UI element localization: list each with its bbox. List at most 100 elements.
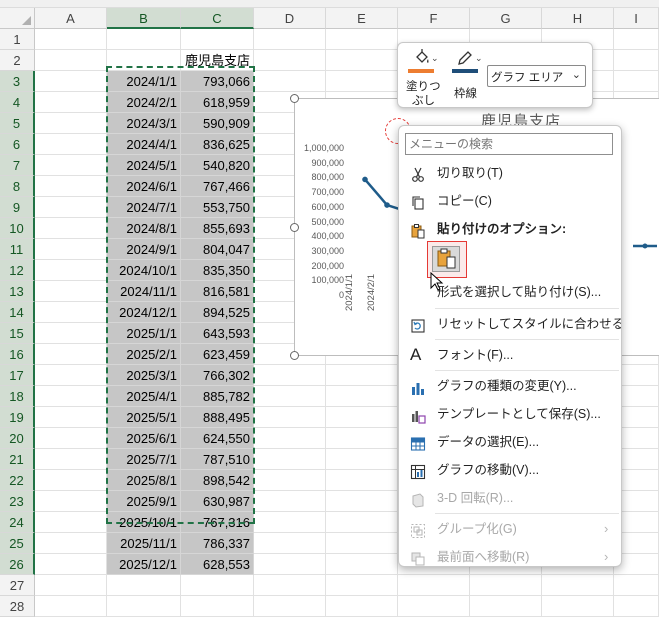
date-cell[interactable]: 2024/1/1 — [107, 71, 181, 92]
date-cell[interactable]: 2024/4/1 — [107, 134, 181, 155]
menu-item-cut[interactable]: 切り取り(T) — [399, 159, 621, 187]
value-cell[interactable]: 553,750 — [181, 197, 254, 218]
row-header[interactable]: 11 — [0, 239, 35, 260]
cell[interactable] — [35, 260, 107, 281]
date-cell[interactable]: 2025/4/1 — [107, 386, 181, 407]
cell[interactable] — [326, 71, 398, 92]
cell[interactable] — [326, 428, 398, 449]
row-header[interactable]: 3 — [0, 71, 35, 92]
row-header[interactable]: 15 — [0, 323, 35, 344]
cell[interactable] — [254, 554, 326, 575]
date-cell[interactable]: 2025/6/1 — [107, 428, 181, 449]
value-cell[interactable]: 787,510 — [181, 449, 254, 470]
cell[interactable] — [254, 407, 326, 428]
cell[interactable] — [542, 575, 614, 596]
date-cell[interactable]: 2025/3/1 — [107, 365, 181, 386]
cell[interactable] — [107, 50, 181, 71]
cell[interactable] — [181, 596, 254, 617]
cell[interactable] — [35, 281, 107, 302]
cell[interactable] — [254, 386, 326, 407]
value-cell[interactable]: 836,625 — [181, 134, 254, 155]
date-cell[interactable]: 2025/8/1 — [107, 470, 181, 491]
cell[interactable] — [107, 29, 181, 50]
menu-item-change-chart-type[interactable]: グラフの種類の変更(Y)... — [399, 372, 621, 400]
spreadsheet[interactable]: A B C D E F G H I 1 2 3 4 5 6 7 8 9 10 11 12 13 14 15 1… — [0, 0, 659, 617]
chart-data-point[interactable] — [384, 202, 390, 208]
value-cell[interactable]: 835,350 — [181, 260, 254, 281]
value-cell[interactable]: 855,693 — [181, 218, 254, 239]
column-header-c[interactable]: C — [181, 8, 254, 29]
cell[interactable] — [326, 575, 398, 596]
column-header-d[interactable]: D — [254, 8, 326, 29]
cell-c2[interactable]: 鹿児島支店 — [181, 50, 254, 71]
cell[interactable] — [35, 365, 107, 386]
cell[interactable] — [35, 596, 107, 617]
value-cell[interactable]: 804,047 — [181, 239, 254, 260]
cell[interactable] — [35, 386, 107, 407]
cell[interactable] — [254, 533, 326, 554]
row-header[interactable]: 1 — [0, 29, 35, 50]
value-cell[interactable]: 888,495 — [181, 407, 254, 428]
value-cell[interactable]: 628,553 — [181, 554, 254, 575]
date-cell[interactable]: 2024/3/1 — [107, 113, 181, 134]
row-header[interactable]: 24 — [0, 512, 35, 533]
value-cell[interactable]: 766,302 — [181, 365, 254, 386]
chart-series-line[interactable] — [364, 178, 401, 211]
cell[interactable] — [107, 575, 181, 596]
menu-item-save-template[interactable]: テンプレートとして保存(S)... — [399, 400, 621, 428]
date-cell[interactable]: 2024/6/1 — [107, 176, 181, 197]
cell[interactable] — [254, 491, 326, 512]
cell[interactable] — [35, 554, 107, 575]
value-cell[interactable]: 618,959 — [181, 92, 254, 113]
cell[interactable] — [254, 470, 326, 491]
column-header-b[interactable]: B — [107, 8, 181, 29]
row-header[interactable]: 2 — [0, 50, 35, 71]
column-header-g[interactable]: G — [470, 8, 542, 29]
row-header[interactable]: 12 — [0, 260, 35, 281]
value-cell[interactable]: 786,337 — [181, 533, 254, 554]
row-header[interactable]: 8 — [0, 176, 35, 197]
row-header[interactable]: 21 — [0, 449, 35, 470]
cell[interactable] — [470, 596, 542, 617]
row-header[interactable]: 17 — [0, 365, 35, 386]
cell[interactable] — [254, 575, 326, 596]
cell[interactable] — [326, 449, 398, 470]
cell[interactable] — [326, 50, 398, 71]
row-header[interactable]: 6 — [0, 134, 35, 155]
row-header[interactable]: 7 — [0, 155, 35, 176]
cell[interactable] — [614, 71, 659, 92]
cell[interactable] — [35, 134, 107, 155]
menu-search-input[interactable] — [405, 133, 613, 155]
date-cell[interactable]: 2024/10/1 — [107, 260, 181, 281]
menu-item-font[interactable]: A フォント(F)... — [399, 341, 621, 369]
cell[interactable] — [35, 428, 107, 449]
row-header[interactable]: 13 — [0, 281, 35, 302]
row-header[interactable]: 23 — [0, 491, 35, 512]
column-header-e[interactable]: E — [326, 8, 398, 29]
cell[interactable] — [254, 512, 326, 533]
cell[interactable] — [326, 533, 398, 554]
chevron-down-icon[interactable]: ⌄ — [475, 53, 483, 64]
row-header[interactable]: 28 — [0, 596, 35, 617]
cell[interactable] — [35, 218, 107, 239]
date-cell[interactable]: 2024/8/1 — [107, 218, 181, 239]
chart-resize-handle-top-left[interactable] — [290, 94, 299, 103]
cell[interactable] — [35, 449, 107, 470]
cell[interactable] — [254, 71, 326, 92]
column-header-h[interactable]: H — [542, 8, 614, 29]
column-header-a[interactable]: A — [35, 8, 107, 29]
row-header[interactable]: 16 — [0, 344, 35, 365]
cell[interactable] — [254, 428, 326, 449]
cell[interactable] — [35, 50, 107, 71]
cell[interactable] — [542, 596, 614, 617]
row-header[interactable]: 25 — [0, 533, 35, 554]
cell[interactable] — [326, 407, 398, 428]
row-header[interactable]: 18 — [0, 386, 35, 407]
row-header[interactable]: 14 — [0, 302, 35, 323]
cell[interactable] — [35, 512, 107, 533]
cell[interactable] — [398, 596, 470, 617]
cell[interactable] — [614, 596, 659, 617]
chevron-down-icon[interactable]: ⌄ — [431, 53, 439, 64]
date-cell[interactable]: 2024/2/1 — [107, 92, 181, 113]
cell[interactable] — [254, 365, 326, 386]
